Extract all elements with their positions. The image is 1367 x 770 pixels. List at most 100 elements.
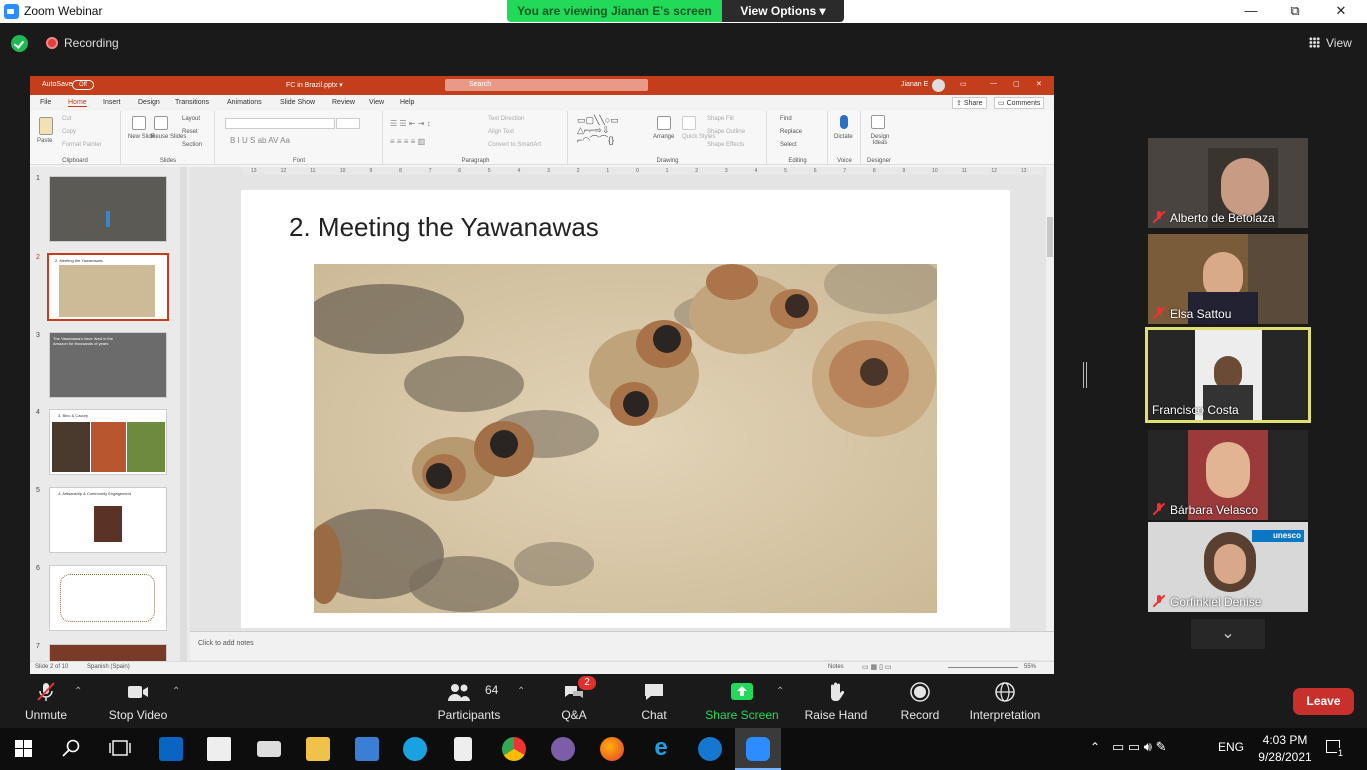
slide-thumbnail-2[interactable]: 2. Meeting the Yawanawas <box>47 253 169 321</box>
dictate-button[interactable]: Dictate <box>834 134 853 140</box>
video-tile-francisco-active-speaker[interactable]: Francisco Costa <box>1145 327 1311 423</box>
tab-animations[interactable]: Animations <box>227 99 262 106</box>
arrange-button[interactable]: Arrange <box>653 134 674 140</box>
gallery-view-icon[interactable] <box>1309 37 1320 48</box>
windows-start-icon[interactable] <box>15 740 32 757</box>
shape-effects-button[interactable]: Shape Effects <box>707 142 744 148</box>
video-options-caret-icon[interactable]: ⌃ <box>172 686 180 697</box>
search-icon[interactable] <box>62 739 80 757</box>
file-explorer-icon[interactable] <box>306 737 330 761</box>
mail-icon[interactable] <box>257 741 281 757</box>
paste-button[interactable]: Paste <box>37 138 52 144</box>
language-indicator[interactable]: Spanish (Spain) <box>87 664 130 670</box>
user-avatar[interactable] <box>932 79 945 92</box>
tab-view[interactable]: View <box>369 99 384 106</box>
encryption-shield-icon[interactable] <box>11 35 28 52</box>
shape-outline-button[interactable]: Shape Outline <box>707 129 745 135</box>
slide-thumbnail-3[interactable]: The Yawanawa's have lived in the Amazon … <box>49 332 167 398</box>
panel-splitter-handle[interactable] <box>1083 362 1087 388</box>
slide-thumbnail-4[interactable]: 3. Bino & Cacury <box>49 409 167 475</box>
video-tile-elsa[interactable]: Elsa Sattou <box>1148 234 1308 324</box>
tab-file[interactable]: File <box>40 99 51 106</box>
raise-hand-button[interactable]: Raise Hand <box>802 674 870 728</box>
tab-insert[interactable]: Insert <box>103 99 121 106</box>
app-icon[interactable] <box>355 737 379 761</box>
stop-video-button[interactable]: Stop Video <box>104 674 172 728</box>
shapes-gallery[interactable]: ▭▢╲╲○▭ △⌐⌐⇨⇩ ⌐◠⌒⌒{} <box>577 115 647 145</box>
paste-icon[interactable] <box>39 117 53 135</box>
microphone-icon[interactable] <box>840 115 848 129</box>
ppt-share-button[interactable]: ⇪ Share <box>952 97 987 109</box>
skype-icon[interactable] <box>403 737 427 761</box>
share-screen-button[interactable]: Share Screen <box>704 674 780 728</box>
zoom-taskbar-button[interactable] <box>735 728 781 770</box>
select-button[interactable]: Select <box>780 142 797 148</box>
edge-icon[interactable] <box>698 737 722 761</box>
leave-button[interactable]: Leave <box>1293 688 1354 715</box>
gallery-next-page-button[interactable]: ⌄ <box>1191 619 1265 649</box>
new-slide-icon[interactable] <box>132 116 146 130</box>
participants-caret-icon[interactable]: ⌃ <box>517 686 525 697</box>
tab-transitions[interactable]: Transitions <box>175 99 209 106</box>
scroll-thumb[interactable] <box>1047 217 1053 257</box>
video-tile-barbara[interactable]: Bárbara Velasco <box>1148 430 1308 520</box>
view-mode-icons[interactable]: ▭ ▦ ▯ ▭ <box>862 663 892 671</box>
audio-options-caret-icon[interactable]: ⌃ <box>74 686 82 697</box>
view-options-button[interactable]: View Options ▾ <box>722 0 844 22</box>
interpretation-button[interactable]: Interpretation <box>966 674 1044 728</box>
reuse-slides-icon[interactable] <box>154 116 168 130</box>
zoom-slider[interactable] <box>948 667 1018 668</box>
quick-styles-icon[interactable] <box>682 116 696 130</box>
ppt-minimize-icon[interactable]: — <box>990 80 997 87</box>
slide-title[interactable]: 2. Meeting the Yawanawas <box>289 212 599 243</box>
participants-button[interactable]: 64 Participants <box>434 674 504 728</box>
shape-fill-button[interactable]: Shape Fill <box>707 116 734 122</box>
autosave-toggle[interactable]: Off <box>72 80 94 90</box>
cut-button[interactable]: Cut <box>62 116 71 122</box>
tray-overflow-icon[interactable]: ⌃ <box>1090 740 1100 754</box>
slide-thumbnail-6[interactable] <box>49 565 167 631</box>
align-text-button[interactable]: Align Text <box>488 129 514 135</box>
unmute-button[interactable]: Unmute <box>20 674 72 728</box>
ppt-maximize-icon[interactable]: ▢ <box>1013 80 1020 88</box>
list-buttons[interactable]: ☰ ☰ ⇤ ⇥ ↕ <box>390 119 431 128</box>
font-format-buttons[interactable]: B I U S ab AV Aa <box>230 136 290 145</box>
tab-design[interactable]: Design <box>138 99 160 106</box>
layout-button[interactable]: Layout <box>182 116 200 122</box>
slide-thumbnail-1[interactable] <box>49 176 167 242</box>
firefox-icon[interactable] <box>600 737 624 761</box>
thumbnail-scrollbar[interactable] <box>180 167 187 661</box>
close-button[interactable]: ✕ <box>1318 0 1364 23</box>
tray-system-icons[interactable]: ▭ ▭ 🔊︎ ✎ <box>1112 739 1166 755</box>
slide-thumbnail-5[interactable]: 4. Artisanship & Community Engagement <box>49 487 167 553</box>
clock[interactable]: 4:03 PM 9/28/2021 <box>1254 732 1316 766</box>
internet-explorer-icon[interactable]: e <box>649 736 673 761</box>
text-direction-button[interactable]: Text Direction <box>488 116 524 122</box>
document-icon[interactable] <box>454 737 472 761</box>
tab-home[interactable]: Home <box>68 99 87 107</box>
design-ideas-icon[interactable] <box>871 115 885 129</box>
view-button[interactable]: View <box>1326 36 1352 50</box>
language-indicator-tray[interactable]: ENG <box>1218 740 1244 754</box>
video-tile-alberto[interactable]: Alberto de Betolaza <box>1148 138 1308 228</box>
maximize-button[interactable]: ⧉ <box>1272 0 1318 23</box>
ribbon-display-icon[interactable]: ▭ <box>960 80 967 88</box>
notes-pane[interactable]: Click to add notes <box>190 631 1054 660</box>
chat-button[interactable]: Chat <box>634 674 674 728</box>
design-ideas-button[interactable]: Design Ideas <box>866 134 894 146</box>
tab-review[interactable]: Review <box>332 99 355 106</box>
qa-button[interactable]: 2 Q&A <box>556 674 596 728</box>
slide-photo-dancers[interactable] <box>314 264 937 613</box>
store-icon[interactable] <box>207 737 231 761</box>
zoom-level[interactable]: 55% <box>1024 664 1036 670</box>
ppt-filename[interactable]: FC in Brazil.pptx ▾ <box>286 81 343 89</box>
font-name-box[interactable] <box>225 118 335 129</box>
slide-vertical-scrollbar[interactable] <box>1046 167 1054 631</box>
chrome-icon[interactable] <box>502 737 526 761</box>
font-size-box[interactable] <box>336 118 360 129</box>
share-options-caret-icon[interactable]: ⌃ <box>776 686 784 697</box>
find-button[interactable]: Find <box>780 116 792 122</box>
ppt-search-box[interactable]: Search <box>445 79 648 91</box>
reset-button[interactable]: Reset <box>182 129 198 135</box>
replace-button[interactable]: Replace <box>780 129 802 135</box>
